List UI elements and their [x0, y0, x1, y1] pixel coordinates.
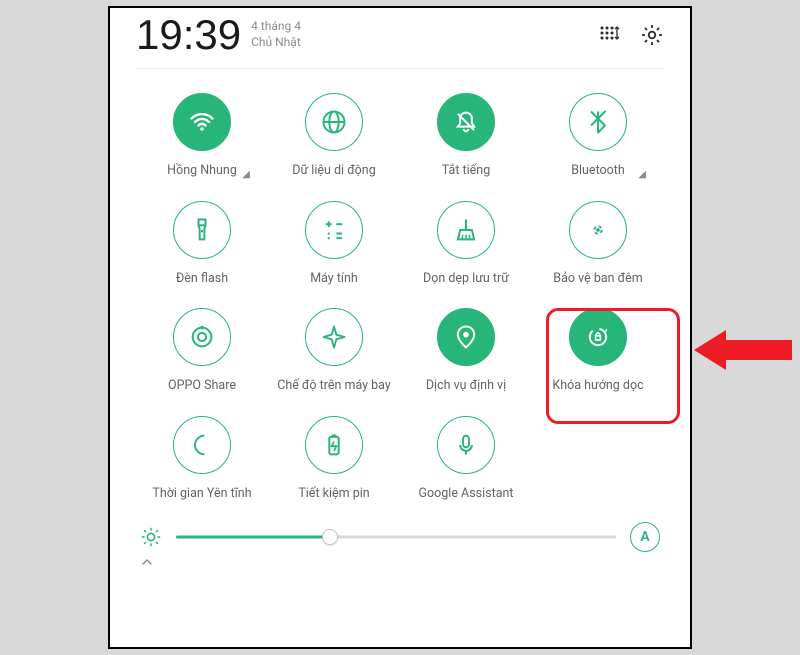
date-line1: 4 tháng 4: [251, 19, 301, 35]
expand-handle-icon[interactable]: [136, 552, 664, 576]
tile-label: OPPO Share: [168, 378, 236, 394]
tile-bluetooth[interactable]: Bluetooth ◢: [532, 93, 664, 193]
mic-icon: [437, 416, 495, 474]
moon-icon: [173, 416, 231, 474]
tile-label: Dọn dẹp lưu trữ: [423, 271, 509, 287]
tile-rotation-lock[interactable]: Khóa hướng dọc: [532, 308, 664, 408]
brightness-sun-icon: [140, 526, 162, 548]
bell-off-icon: [437, 93, 495, 151]
tile-eye-protect[interactable]: Bảo vệ ban đêm: [532, 201, 664, 301]
calculator-icon: [305, 201, 363, 259]
tile-label: Máy tính: [310, 271, 358, 287]
tile-expand-arrow-icon[interactable]: ◢: [638, 169, 646, 180]
status-bar: 19:39 4 tháng 4 Chủ Nhật: [136, 8, 664, 69]
settings-gear-icon[interactable]: [640, 23, 664, 47]
tile-wifi[interactable]: Hồng Nhung ◢: [136, 93, 268, 193]
tile-mic[interactable]: Google Assistant: [400, 416, 532, 516]
tile-label: Dữ liệu di động: [292, 163, 375, 179]
tile-label: Dịch vụ định vị: [426, 378, 506, 394]
rotation-lock-icon: [569, 308, 627, 366]
tile-airplane[interactable]: Chế độ trên máy bay: [268, 308, 400, 408]
tile-label: Khóa hướng dọc: [552, 378, 643, 394]
tile-label: Tắt tiếng: [442, 163, 490, 179]
tile-label: Google Assistant: [419, 486, 514, 502]
auto-brightness-button[interactable]: A: [630, 522, 660, 552]
tile-label: Thời gian Yên tĩnh: [152, 486, 251, 502]
tile-label: Tiết kiệm pin: [298, 486, 369, 502]
annotation-arrow-icon: [694, 322, 794, 378]
battery-saver-icon: [305, 416, 363, 474]
tile-share[interactable]: OPPO Share: [136, 308, 268, 408]
broom-icon: [437, 201, 495, 259]
tile-label: Đèn flash: [176, 271, 228, 287]
quick-settings-grid: Hồng Nhung ◢ Dữ liệu di động Tắt tiếng Bluet…: [136, 93, 664, 516]
tile-moon[interactable]: Thời gian Yên tĩnh: [136, 416, 268, 516]
brightness-slider[interactable]: [176, 527, 616, 547]
tile-globe[interactable]: Dữ liệu di động: [268, 93, 400, 193]
auto-brightness-label: A: [640, 529, 649, 545]
tile-battery-saver[interactable]: Tiết kiệm pin: [268, 416, 400, 516]
bluetooth-icon: [569, 93, 627, 151]
location-icon: [437, 308, 495, 366]
eye-protect-icon: [569, 201, 627, 259]
tile-label: Bảo vệ ban đêm: [553, 271, 642, 287]
tile-flashlight[interactable]: Đèn flash: [136, 201, 268, 301]
date-line2: Chủ Nhật: [251, 35, 301, 51]
clock: 19:39: [136, 14, 241, 56]
brightness-row: A: [136, 522, 664, 552]
tile-location[interactable]: Dịch vụ định vị: [400, 308, 532, 408]
edit-tiles-icon[interactable]: [598, 23, 622, 47]
tile-expand-arrow-icon[interactable]: ◢: [242, 169, 250, 180]
tile-calculator[interactable]: Máy tính: [268, 201, 400, 301]
tile-label: Chế độ trên máy bay: [277, 378, 391, 394]
share-icon: [173, 308, 231, 366]
date-block: 4 tháng 4 Chủ Nhật: [251, 19, 301, 50]
airplane-icon: [305, 308, 363, 366]
phone-screen-frame: 19:39 4 tháng 4 Chủ Nhật Hồng Nhung ◢ Dữ l…: [108, 6, 692, 649]
globe-icon: [305, 93, 363, 151]
wifi-icon: [173, 93, 231, 151]
tile-bell-off[interactable]: Tắt tiếng: [400, 93, 532, 193]
tile-label: Hồng Nhung: [167, 163, 237, 179]
tile-label: Bluetooth: [571, 163, 625, 179]
tile-broom[interactable]: Dọn dẹp lưu trữ: [400, 201, 532, 301]
flashlight-icon: [173, 201, 231, 259]
